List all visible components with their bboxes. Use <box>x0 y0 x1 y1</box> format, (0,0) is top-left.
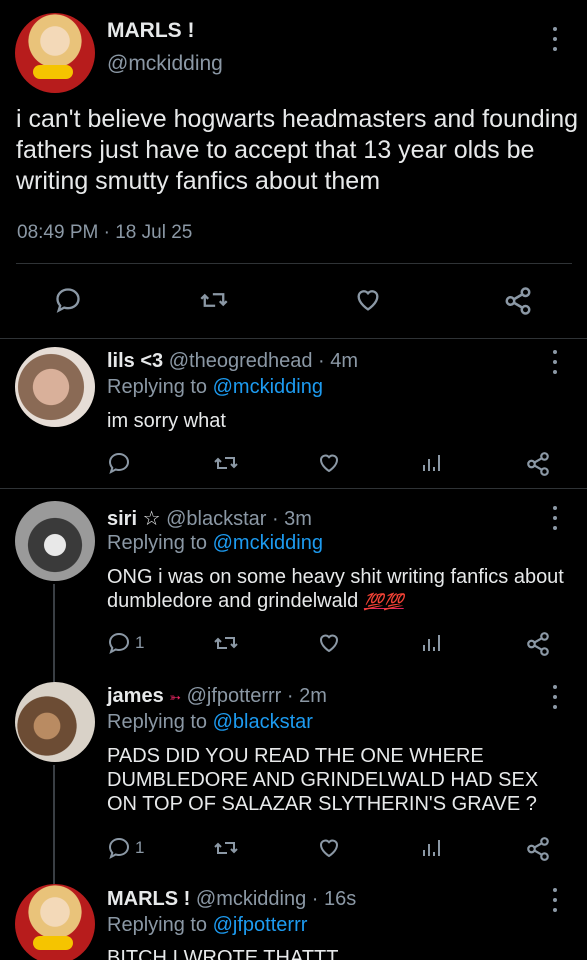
replying-to: Replying to @blackstar <box>107 711 313 734</box>
more-icon[interactable] <box>552 506 558 530</box>
main-tweet: MARLS ! @mckidding i can't believe hogwa… <box>0 0 587 338</box>
reply-icon[interactable]: 1 <box>107 631 144 655</box>
like-icon[interactable] <box>316 451 342 475</box>
avatar[interactable] <box>15 884 95 960</box>
tweet-text: i can't believe hogwarts headmasters and… <box>16 105 579 195</box>
replying-prefix: Replying to <box>107 711 213 733</box>
display-name[interactable]: MARLS ! <box>107 888 190 910</box>
display-name[interactable]: siri ☆ <box>107 508 161 530</box>
divider <box>16 263 572 264</box>
reply-icon[interactable]: 1 <box>107 836 144 860</box>
like-icon[interactable] <box>316 836 342 860</box>
like-icon[interactable] <box>316 631 342 655</box>
avatar-badge <box>33 65 73 79</box>
avatar[interactable] <box>15 501 95 581</box>
list-item[interactable]: james ➳ @jfpotterrr · 2m Replying to @bl… <box>0 670 587 885</box>
thread-line <box>53 584 55 684</box>
handle-meta: @blackstar · 3m <box>166 508 312 530</box>
more-icon[interactable] <box>552 350 558 374</box>
hundred-emoji: 💯💯 <box>363 594 404 611</box>
thread-line <box>53 765 55 885</box>
timestamp: 08:49 PM · 18 Jul 25 <box>17 222 193 243</box>
list-item[interactable]: MARLS ! @mckidding · 16s Replying to @jf… <box>0 874 587 960</box>
avatar-badge <box>33 936 73 950</box>
reply-count: 1 <box>135 633 145 652</box>
reply-header: MARLS ! @mckidding · 16s <box>107 888 356 911</box>
handle-meta: @mckidding · 16s <box>195 888 357 910</box>
retweet-icon[interactable] <box>213 836 239 860</box>
retweet-icon[interactable] <box>213 451 239 475</box>
avatar[interactable] <box>15 682 95 762</box>
mention-link[interactable]: @blackstar <box>213 711 313 733</box>
reply-header: lils <3 @theogredhead · 4m <box>107 350 358 373</box>
share-icon[interactable] <box>525 451 551 477</box>
more-icon[interactable] <box>552 685 558 709</box>
share-icon[interactable] <box>525 631 551 657</box>
display-name[interactable]: james <box>107 685 164 707</box>
analytics-icon[interactable] <box>421 836 443 860</box>
handle-meta: @theogredhead · 4m <box>168 350 359 372</box>
replying-to: Replying to @mckidding <box>107 376 323 399</box>
reply-icon[interactable] <box>54 286 82 314</box>
reply-text: PADS DID YOU READ THE ONE WHERE DUMBLEDO… <box>107 745 539 815</box>
retweet-icon[interactable] <box>213 631 239 655</box>
reply-count: 1 <box>135 838 145 857</box>
arrow-emoji: ➳ <box>169 689 182 705</box>
analytics-icon[interactable] <box>421 451 443 475</box>
reply-text: im sorry what <box>107 410 226 432</box>
display-name[interactable]: lils <3 <box>107 350 163 372</box>
reply-text-content: ONG i was on some heavy shit writing fan… <box>107 566 564 612</box>
replying-prefix: Replying to <box>107 376 213 398</box>
replying-to: Replying to @mckidding <box>107 532 323 555</box>
replying-to: Replying to @jfpotterrr <box>107 914 307 937</box>
replying-prefix: Replying to <box>107 914 213 936</box>
share-icon[interactable] <box>503 286 533 316</box>
mention-link[interactable]: @mckidding <box>213 376 323 398</box>
mention-link[interactable]: @jfpotterrr <box>213 914 308 936</box>
reply-icon[interactable] <box>107 451 131 475</box>
avatar[interactable] <box>15 13 95 93</box>
analytics-icon[interactable] <box>421 631 443 655</box>
more-icon[interactable] <box>552 888 558 912</box>
list-item[interactable]: lils <3 @theogredhead · 4m Replying to @… <box>0 338 587 488</box>
share-icon[interactable] <box>525 836 551 862</box>
display-name[interactable]: MARLS ! <box>107 19 195 43</box>
retweet-icon[interactable] <box>199 286 229 314</box>
like-icon[interactable] <box>353 286 383 314</box>
avatar[interactable] <box>15 347 95 427</box>
reply-header: siri ☆ @blackstar · 3m <box>107 506 312 531</box>
list-item[interactable]: siri ☆ @blackstar · 3m Replying to @mcki… <box>0 488 587 684</box>
mention-link[interactable]: @mckidding <box>213 532 323 554</box>
more-icon[interactable] <box>552 27 558 51</box>
reply-header: james ➳ @jfpotterrr · 2m <box>107 685 327 708</box>
reply-text: ONG i was on some heavy shit writing fan… <box>107 565 577 615</box>
handle-meta: @jfpotterrr · 2m <box>186 685 327 707</box>
replying-prefix: Replying to <box>107 532 213 554</box>
reply-text: BITCH I WROTE THATTT <box>107 947 339 960</box>
handle[interactable]: @mckidding <box>107 52 223 76</box>
